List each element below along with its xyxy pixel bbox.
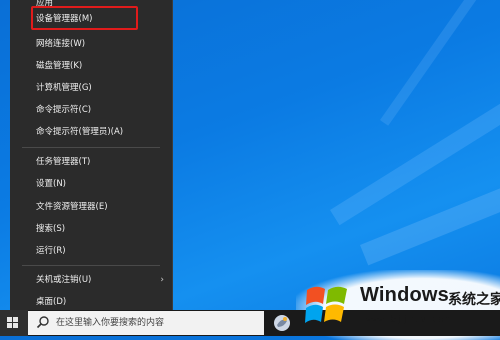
device-manager-highlight-box bbox=[31, 6, 138, 30]
menu-item-shutdown-signout[interactable]: 关机或注销(U) › bbox=[10, 269, 172, 291]
watermark: Windows 系统之家 www.bjjmlv.com bbox=[298, 276, 500, 336]
start-button[interactable] bbox=[0, 310, 28, 336]
menu-separator bbox=[22, 265, 160, 266]
watermark-brand-cn: 系统之家 bbox=[448, 292, 500, 308]
wallpaper-light-beam bbox=[380, 0, 500, 126]
windows-logo-icon bbox=[7, 317, 19, 329]
wallpaper-light-beam bbox=[360, 155, 500, 266]
menu-item-run[interactable]: 运行(R) bbox=[10, 240, 172, 262]
menu-item-network-connections[interactable]: 网络连接(W) bbox=[10, 33, 172, 55]
menu-item-disk-management[interactable]: 磁盘管理(K) bbox=[10, 55, 172, 77]
chevron-right-icon: › bbox=[160, 275, 164, 285]
menu-item-computer-management[interactable]: 计算机管理(G) bbox=[10, 77, 172, 99]
taskbar-search-box[interactable]: 在这里输入你要搜索的内容 bbox=[28, 311, 264, 335]
winx-context-menu: 应用 设备管理器(M) 网络连接(W) 磁盘管理(K) 计算机管理(G) 命令提… bbox=[10, 0, 173, 310]
pinned-app-icon[interactable] bbox=[272, 313, 292, 333]
menu-item-file-explorer[interactable]: 文件资源管理器(E) bbox=[10, 196, 172, 218]
windows-flag-logo-icon bbox=[305, 286, 347, 323]
search-icon bbox=[36, 316, 49, 329]
menu-item-task-manager[interactable]: 任务管理器(T) bbox=[10, 151, 172, 173]
watermark-brand: Windows bbox=[360, 284, 449, 306]
menu-separator bbox=[22, 147, 160, 148]
watermark-url: www.bjjmlv.com bbox=[366, 314, 451, 325]
menu-item-command-prompt-admin[interactable]: 命令提示符(管理员)(A) bbox=[10, 121, 172, 143]
search-placeholder: 在这里输入你要搜索的内容 bbox=[56, 318, 165, 328]
menu-item-settings[interactable]: 设置(N) bbox=[10, 173, 172, 195]
menu-item-command-prompt[interactable]: 命令提示符(C) bbox=[10, 99, 172, 121]
menu-item-label: 关机或注销(U) bbox=[36, 275, 92, 285]
menu-item-search[interactable]: 搜索(S) bbox=[10, 218, 172, 240]
